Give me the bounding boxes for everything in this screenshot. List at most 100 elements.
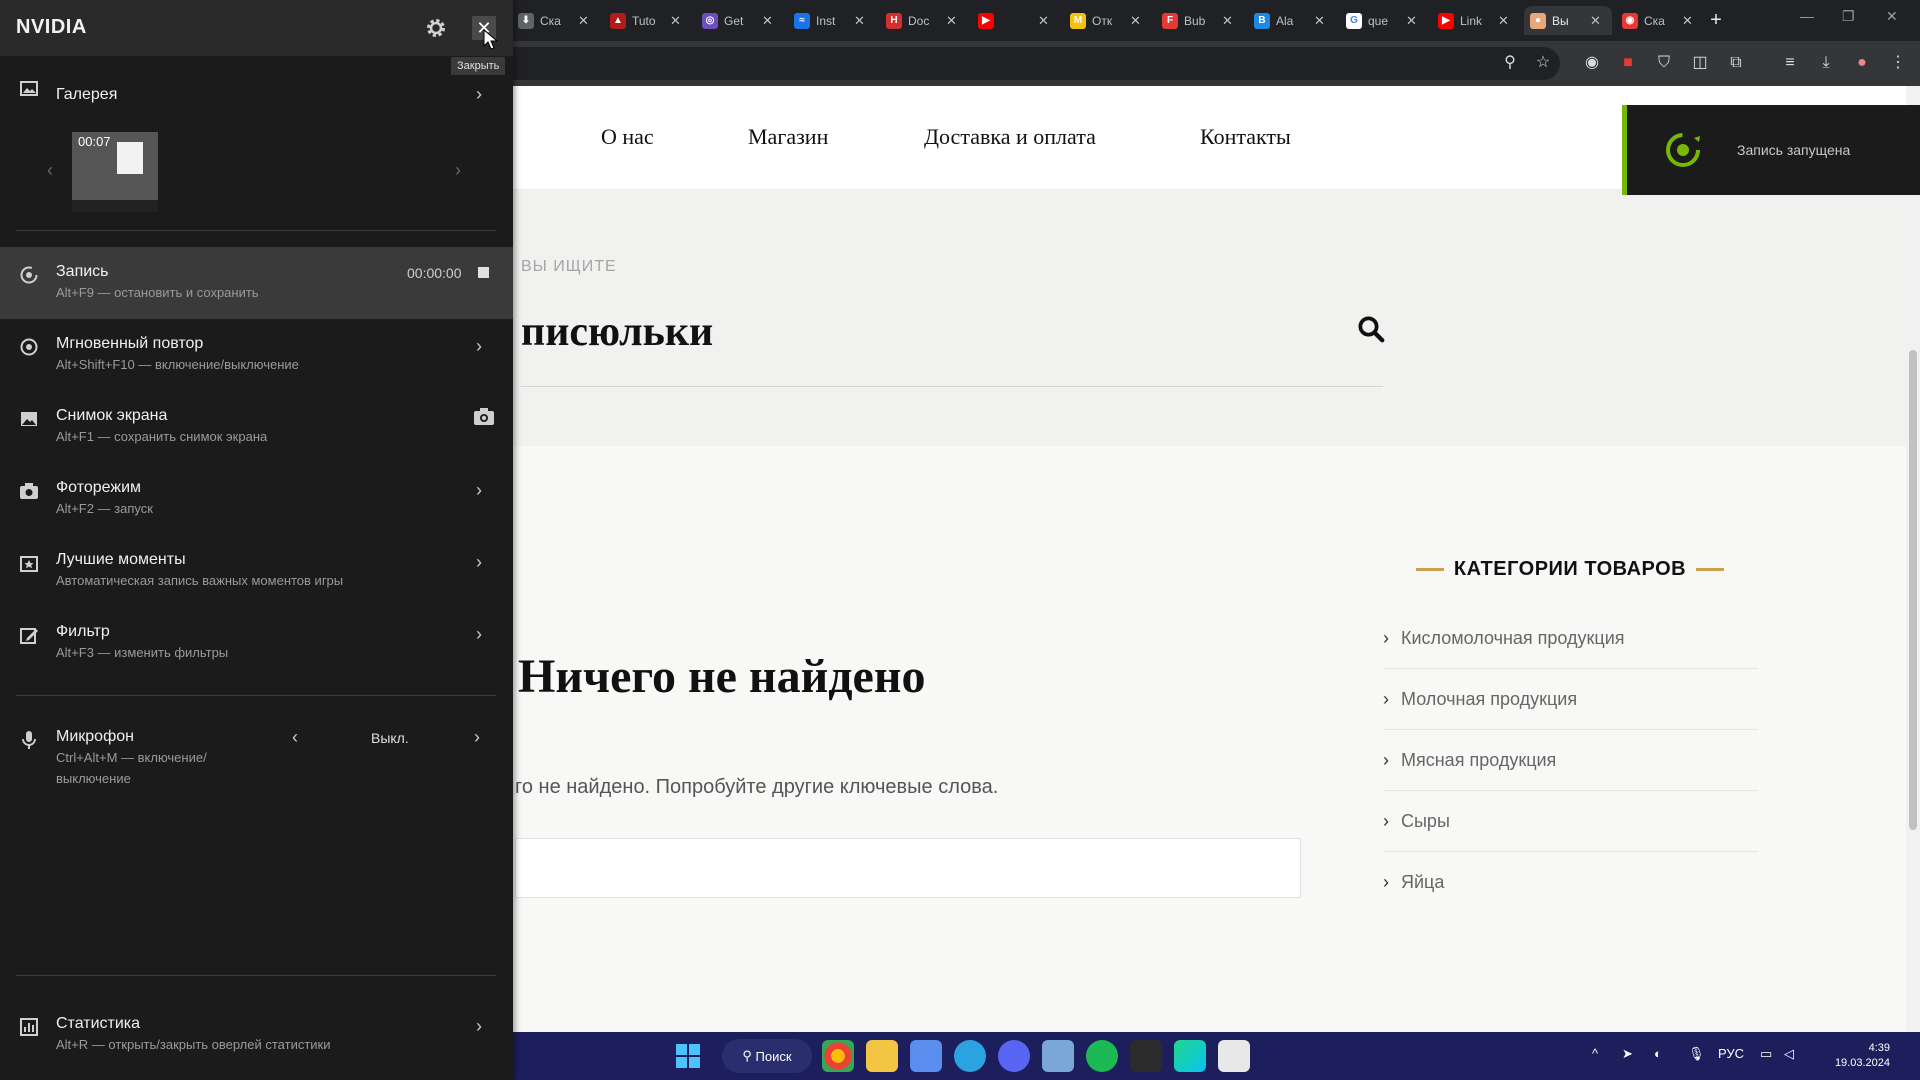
stats-row[interactable]: Статистика Alt+R — открыть/закрыть оверл… <box>0 999 513 1071</box>
microphone-tray-icon[interactable]: 🎙 <box>1688 1046 1705 1062</box>
gallery-thumbnail[interactable]: 00:07 <box>72 132 158 212</box>
file-explorer-icon[interactable] <box>866 1040 898 1072</box>
category-item[interactable]: › Мясная продукция <box>1383 730 1758 791</box>
taskbar-clock[interactable]: 4:39 19.03.2024 <box>1810 1041 1890 1071</box>
category-label: Молочная продукция <box>1401 688 1578 709</box>
gallery-prev-icon[interactable]: ‹ <box>47 160 53 181</box>
address-bar[interactable] <box>420 47 1560 80</box>
download-icon[interactable]: ⤓ <box>1814 51 1838 75</box>
nav-contacts[interactable]: Контакты <box>1200 124 1291 150</box>
browser-tab[interactable]: ● Вы ✕ <box>1524 6 1612 35</box>
puzzle-icon[interactable]: ⧉ <box>1724 51 1748 75</box>
notepad-icon[interactable] <box>910 1040 942 1072</box>
filter-row[interactable]: Фильтр Alt+F3 — изменить фильтры › <box>0 607 513 679</box>
tab-close-icon[interactable]: ✕ <box>1314 13 1325 29</box>
page-scrollbar-thumb[interactable] <box>1909 350 1917 830</box>
category-item[interactable]: › Кисломолочная продукция <box>1383 608 1758 669</box>
tab-close-icon[interactable]: ✕ <box>670 13 681 29</box>
browser-tab[interactable]: ▶ ✕ <box>972 6 1060 35</box>
extension-icon[interactable]: ◫ <box>1688 51 1712 75</box>
category-item[interactable]: › Молочная продукция <box>1383 669 1758 730</box>
browser-tab[interactable]: ▲ Tuto ✕ <box>604 6 692 35</box>
extension-badge-icon[interactable]: ■ <box>1616 51 1640 75</box>
mic-prev-icon[interactable]: ‹ <box>292 727 298 748</box>
browser-tab[interactable]: Gque ✕ <box>1340 6 1428 35</box>
browser-tab[interactable]: ⬇ Ска ✕ <box>512 6 600 35</box>
tab-close-icon[interactable]: ✕ <box>1406 13 1417 29</box>
browser-tab[interactable]: H Doc ✕ <box>880 6 968 35</box>
stop-icon[interactable] <box>478 267 489 278</box>
tab-title: Get <box>724 13 744 28</box>
nvidia-logo: NVIDIA <box>16 16 87 38</box>
webstorm-icon[interactable] <box>1174 1040 1206 1072</box>
chevron-right-icon: › <box>476 480 482 500</box>
tab-title: Ска <box>540 13 561 28</box>
new-tab-button[interactable]: + <box>1704 8 1728 32</box>
browser-tab[interactable]: F Bub ✕ <box>1156 6 1244 35</box>
zoom-icon[interactable]: ⚲ <box>1498 51 1522 75</box>
spotify-icon[interactable] <box>1086 1040 1118 1072</box>
categories-title: КАТЕГОРИИ ТОВАРОВ <box>1384 558 1756 581</box>
tab-close-icon[interactable]: ✕ <box>762 13 773 29</box>
nav-about[interactable]: О нас <box>601 124 654 150</box>
nav-shop[interactable]: Магазин <box>748 124 828 150</box>
minimize-icon[interactable]: — <box>1800 8 1814 24</box>
browser-tab[interactable]: ◉ Ска ✕ <box>1616 6 1704 35</box>
gallery-next-icon[interactable]: › <box>455 160 461 181</box>
tab-close-icon[interactable]: ✕ <box>1222 13 1233 29</box>
tab-close-icon[interactable]: ✕ <box>1130 13 1141 29</box>
photos-app-icon[interactable] <box>1042 1040 1074 1072</box>
windows-start-icon[interactable] <box>676 1044 700 1068</box>
search-query-input[interactable]: писюльки <box>521 308 713 356</box>
steam-tray-icon[interactable]: ◐ <box>1654 1046 1662 1061</box>
category-item[interactable]: › Сыры <box>1383 791 1758 852</box>
terminal-icon[interactable] <box>1130 1040 1162 1072</box>
search-icon[interactable] <box>1356 314 1386 344</box>
category-item[interactable]: › Яйца <box>1383 852 1758 913</box>
browser-tab[interactable]: ◎ Get ✕ <box>696 6 784 35</box>
tab-close-icon[interactable]: ✕ <box>578 13 589 29</box>
media-queue-icon[interactable]: ≡ <box>1778 51 1802 75</box>
settings-gear-icon[interactable] <box>424 16 448 40</box>
browser-tab[interactable]: ≈ Inst ✕ <box>788 6 876 35</box>
language-indicator[interactable]: РУС <box>1718 1046 1744 1061</box>
instant-replay-row[interactable]: Мгновенный повтор Alt+Shift+F10 — включе… <box>0 319 513 391</box>
camera-icon[interactable] <box>473 406 495 426</box>
network-icon[interactable]: ▭ <box>1760 1046 1772 1062</box>
photo-mode-row[interactable]: Фоторежим Alt+F2 — запуск › <box>0 463 513 535</box>
shield-icon[interactable]: ⛉ <box>1652 51 1676 75</box>
mic-next-icon[interactable]: › <box>474 727 480 748</box>
telegram-icon[interactable] <box>954 1040 986 1072</box>
tab-close-icon[interactable]: ✕ <box>1682 13 1693 29</box>
retry-search-input[interactable] <box>515 838 1301 898</box>
browser-tab[interactable]: ▶ Link ✕ <box>1432 6 1520 35</box>
profile-avatar-icon[interactable]: ● <box>1850 51 1874 75</box>
bookmark-star-icon[interactable]: ☆ <box>1531 51 1555 75</box>
volume-icon[interactable]: ◁ <box>1784 1046 1794 1062</box>
chevron-right-icon: › <box>1383 872 1389 892</box>
nav-delivery[interactable]: Доставка и оплата <box>924 124 1096 150</box>
tab-close-icon[interactable]: ✕ <box>1590 13 1601 29</box>
gallery-row[interactable]: Галерея › <box>0 60 513 132</box>
telegram-tray-icon[interactable]: ➤ <box>1622 1046 1633 1062</box>
microphone-icon <box>22 731 36 749</box>
browser-tab[interactable]: M Отк ✕ <box>1064 6 1152 35</box>
browser-tab[interactable]: B Ala ✕ <box>1248 6 1336 35</box>
tab-close-icon[interactable]: ✕ <box>1498 13 1509 29</box>
screenshot-row[interactable]: Снимок экрана Alt+F1 — сохранить снимок … <box>0 391 513 463</box>
highlights-row[interactable]: Лучшие моменты Автоматическая запись важ… <box>0 535 513 607</box>
tray-overflow-icon[interactable]: ^ <box>1592 1046 1598 1061</box>
maximize-icon[interactable]: ❐ <box>1842 8 1855 25</box>
menu-icon[interactable]: ⋮ <box>1886 51 1910 75</box>
record-row[interactable]: Запись Alt+F9 — остановить и сохранить <box>0 247 513 319</box>
category-label: Кисломолочная продукция <box>1401 627 1625 648</box>
window-close-icon[interactable]: ✕ <box>1886 8 1898 25</box>
tab-close-icon[interactable]: ✕ <box>854 13 865 29</box>
tab-close-icon[interactable]: ✕ <box>1038 13 1049 29</box>
chrome-app-icon[interactable] <box>822 1040 854 1072</box>
extension-owl-icon[interactable]: ◉ <box>1580 51 1604 75</box>
tab-close-icon[interactable]: ✕ <box>946 13 957 29</box>
discord-icon[interactable] <box>998 1040 1030 1072</box>
app-icon[interactable] <box>1218 1040 1250 1072</box>
taskbar-search[interactable]: ⚲ Поиск <box>722 1039 812 1073</box>
